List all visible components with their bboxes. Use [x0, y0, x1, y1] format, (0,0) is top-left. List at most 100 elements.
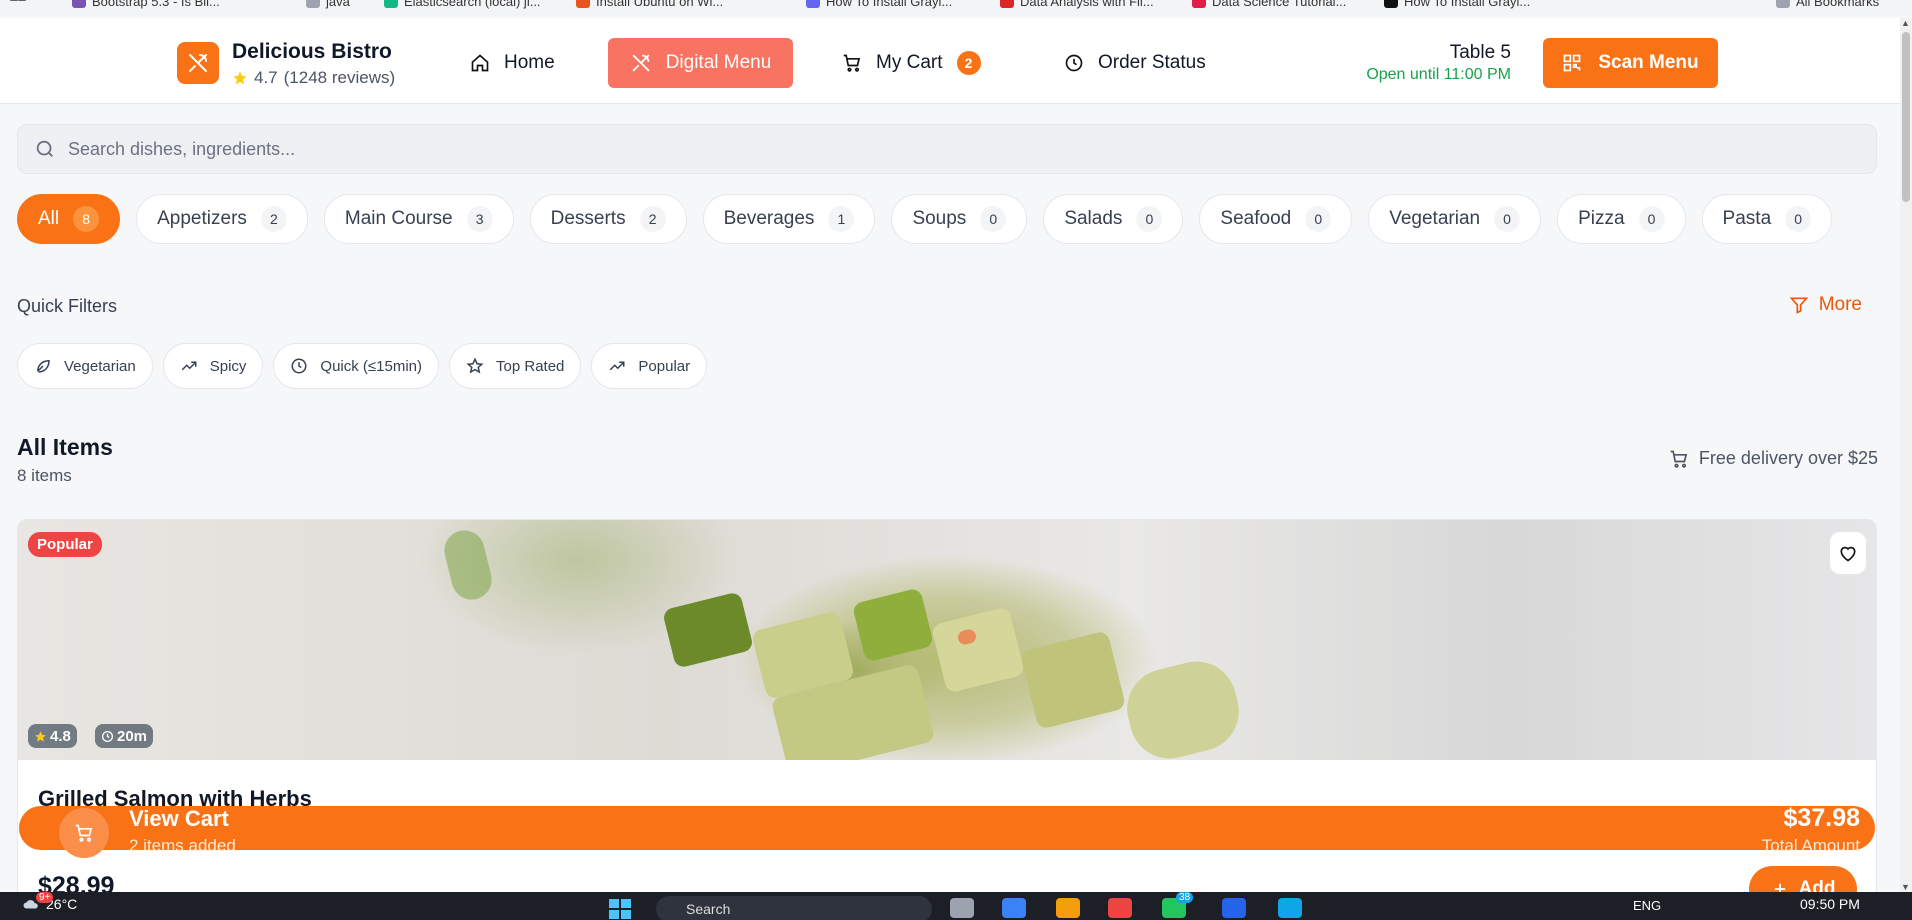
- category-label: Pasta: [1722, 208, 1772, 229]
- bookmark-favicon-icon: [1000, 0, 1014, 8]
- bookmark-item[interactable]: Install Ubuntu on Wi...: [576, 0, 723, 10]
- scan-menu-button[interactable]: Scan Menu: [1543, 38, 1718, 88]
- nav-order-status[interactable]: Order Status: [1050, 38, 1220, 88]
- nav-home[interactable]: Home: [456, 38, 569, 88]
- more-filters-button[interactable]: More: [1789, 294, 1862, 316]
- trending-up-icon: [610, 361, 625, 371]
- category-tabs: All 8 Appetizers 2 Main Course 3 Desserts 2 Beve…: [17, 194, 1833, 244]
- category-count-badge: 0: [1785, 206, 1812, 232]
- category-label: Soups: [912, 208, 967, 229]
- restaurant-logo[interactable]: [177, 42, 219, 84]
- bookmark-item[interactable]: java: [306, 0, 350, 10]
- favorite-button[interactable]: [1830, 532, 1866, 574]
- folder-icon[interactable]: [1056, 898, 1080, 918]
- app-notification-badge: 38: [1176, 892, 1194, 903]
- category-tab-pizza[interactable]: Pizza 0: [1557, 194, 1686, 244]
- bookmarks-bar: Bootstrap 5.3 - Is Bil... java Elasticse…: [0, 0, 1912, 16]
- quick-filter-label: Spicy: [209, 357, 247, 375]
- app-header: Delicious Bistro 4.7 (1248 reviews) Home…: [0, 18, 1900, 104]
- category-tab-appetizers[interactable]: Appetizers 2: [136, 194, 308, 244]
- windows-start-icon[interactable]: [608, 898, 638, 920]
- home-icon: [471, 54, 489, 72]
- bookmark-item[interactable]: How To Install Grayl...: [1384, 0, 1530, 10]
- search-input[interactable]: [68, 138, 1876, 160]
- category-label: Desserts: [550, 208, 626, 229]
- restaurant-name: Delicious Bistro: [232, 40, 392, 63]
- quick-filter-quick-min[interactable]: Quick (≤15min): [273, 343, 440, 389]
- scroll-up-arrow-icon[interactable]: ▲: [1901, 18, 1910, 28]
- quick-filter-label: Top Rated: [496, 357, 565, 375]
- quick-filter-spicy[interactable]: Spicy: [162, 343, 264, 389]
- star-icon: [233, 71, 247, 85]
- trending-up-icon: [181, 361, 197, 371]
- star-icon: [466, 357, 484, 374]
- chrome-icon[interactable]: [1108, 898, 1132, 918]
- dish-rating-chip: 4.8: [28, 724, 77, 748]
- bookmark-item[interactable]: Data Analysis with Fil...: [1000, 0, 1154, 10]
- category-tab-seafood[interactable]: Seafood 0: [1199, 194, 1353, 244]
- view-cart-bar[interactable]: View Cart 2 items added $37.98 Total Amo…: [19, 804, 1875, 858]
- dish-card[interactable]: Popular 4.8 20m Grilled Salmon with Herb…: [17, 519, 1877, 920]
- category-tab-soups[interactable]: Soups 0: [891, 194, 1028, 244]
- category-tab-salads[interactable]: Salads 0: [1043, 194, 1184, 244]
- search-bar: [17, 124, 1877, 174]
- cart-total-label: Total Amount: [1761, 836, 1860, 855]
- nav-digital-menu[interactable]: Digital Menu: [608, 38, 793, 88]
- bookmark-item[interactable]: Elasticsearch (local) ji...: [384, 0, 541, 10]
- heart-icon: [1840, 546, 1856, 562]
- bookmark-favicon-icon: [72, 0, 86, 8]
- category-count-badge: 0: [1638, 206, 1665, 232]
- category-label: Beverages: [723, 208, 815, 229]
- taskbar-search-placeholder: Search: [686, 901, 731, 917]
- taskbar-app-icon[interactable]: [1002, 898, 1026, 918]
- quick-filter-label: Vegetarian: [64, 357, 136, 375]
- bookmark-favicon-icon: [806, 0, 820, 8]
- apps-grid-icon[interactable]: [10, 0, 26, 10]
- taskbar-search[interactable]: Search: [656, 896, 932, 920]
- food-chunk: [440, 526, 496, 604]
- clock-time[interactable]: 09:50 PM: [1800, 896, 1860, 912]
- category-tab-all[interactable]: All 8: [17, 194, 121, 244]
- document-app-icon[interactable]: [1222, 898, 1246, 918]
- category-label: Main Course: [344, 208, 453, 229]
- nav-home-label: Home: [504, 52, 555, 73]
- bookmark-item[interactable]: Bootstrap 5.3 - Is Bil...: [72, 0, 220, 10]
- bookmark-favicon-icon: [384, 0, 398, 8]
- category-tab-main-course[interactable]: Main Course 3: [323, 194, 514, 244]
- scrollbar-thumb[interactable]: [1902, 32, 1910, 202]
- rating-value: 4.7: [254, 68, 278, 87]
- open-hours: Open until 11:00 PM: [1366, 66, 1511, 83]
- nav-order-status-label: Order Status: [1098, 52, 1206, 73]
- nav-my-cart[interactable]: My Cart 2: [828, 38, 995, 88]
- quick-filter-top-rated[interactable]: Top Rated: [449, 343, 582, 389]
- category-count-badge: 2: [260, 206, 287, 232]
- category-count-badge: 2: [639, 206, 666, 232]
- vscode-icon[interactable]: [1278, 898, 1302, 918]
- bookmark-item[interactable]: How To Install Grayl...: [806, 0, 952, 10]
- page-scrollbar[interactable]: ▲ ▼: [1900, 18, 1912, 892]
- restaurant-rating: 4.7 (1248 reviews): [232, 68, 395, 88]
- utensils-icon: [189, 54, 207, 72]
- category-tab-beverages[interactable]: Beverages 1: [702, 194, 876, 244]
- quick-filter-popular[interactable]: Popular: [591, 343, 708, 389]
- food-chunk: [661, 591, 755, 669]
- category-tab-vegetarian[interactable]: Vegetarian 0: [1368, 194, 1542, 244]
- bookmark-item[interactable]: All Bookmarks: [1776, 0, 1879, 10]
- quick-filter-list: Vegetarian Spicy Quick (≤15min) Top Rated Po…: [17, 343, 708, 389]
- language-indicator[interactable]: ENG: [1633, 898, 1661, 913]
- bookmark-item[interactable]: Data Science Tutorial...: [1192, 0, 1346, 10]
- quick-filter-vegetarian[interactable]: Vegetarian: [17, 343, 153, 389]
- food-chunk: [851, 587, 935, 663]
- category-label: Pizza: [1578, 208, 1625, 229]
- scroll-down-arrow-icon[interactable]: ▼: [1901, 882, 1910, 892]
- dish-time: 20m: [117, 727, 148, 745]
- category-tab-desserts[interactable]: Desserts 2: [529, 194, 687, 244]
- bookmark-favicon-icon: [576, 0, 590, 8]
- category-tab-pasta[interactable]: Pasta 0: [1701, 194, 1833, 244]
- category-count-badge: 3: [466, 206, 493, 232]
- nav-my-cart-label: My Cart: [876, 52, 943, 73]
- taskbar-app-icon[interactable]: [950, 898, 974, 918]
- os-taskbar: 26°C 9+ Search 38 ENG 09:50 PM: [0, 892, 1912, 920]
- dish-rating: 4.8: [50, 727, 71, 745]
- items-count: 8 items: [17, 466, 72, 485]
